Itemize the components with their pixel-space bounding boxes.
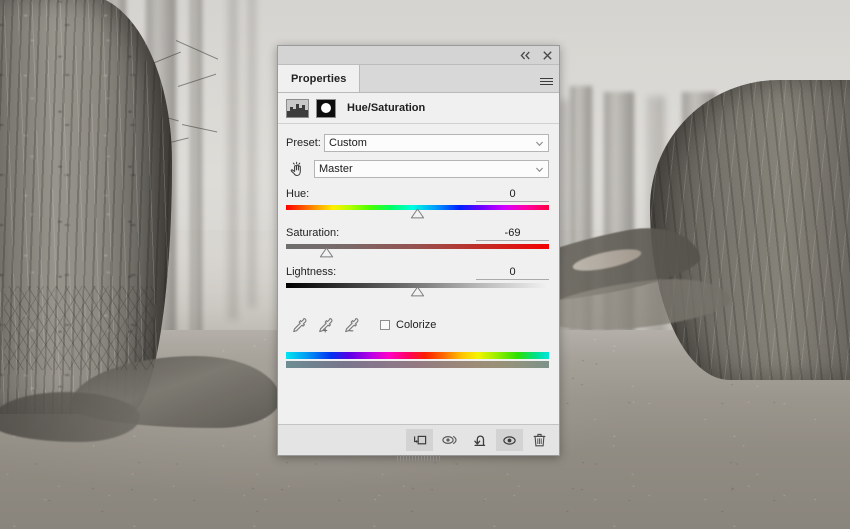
tab-properties-label: Properties xyxy=(291,72,347,85)
panel-menu-icon[interactable] xyxy=(533,65,559,92)
undergrowth-branches xyxy=(4,286,154,370)
channel-value: Master xyxy=(319,163,353,175)
tab-properties[interactable]: Properties xyxy=(278,65,361,92)
lightness-track-row[interactable] xyxy=(286,283,549,303)
saturation-value-field[interactable]: -69 xyxy=(476,227,549,241)
preset-select[interactable]: Custom xyxy=(324,134,549,152)
lightness-label: Lightness: xyxy=(286,266,337,278)
hue-track[interactable] xyxy=(286,205,549,219)
lightness-value-field[interactable]: 0 xyxy=(476,266,549,280)
delete-button[interactable] xyxy=(526,429,553,451)
left-tree-root xyxy=(0,392,140,442)
tab-strip-filler xyxy=(360,65,533,92)
hue-label: Hue: xyxy=(286,188,310,200)
chevron-down-icon xyxy=(535,141,544,146)
panel-titlebar[interactable] xyxy=(278,46,559,65)
result-hue-bar[interactable] xyxy=(286,361,549,368)
distant-tree xyxy=(248,0,255,308)
preset-label: Preset: xyxy=(286,137,321,149)
hue-value: 0 xyxy=(509,188,516,200)
hue-slider-thumb[interactable] xyxy=(410,208,425,219)
clip-to-layer-button[interactable] xyxy=(406,429,433,451)
toggle-visibility-button[interactable] xyxy=(496,429,523,451)
saturation-track-row[interactable] xyxy=(286,244,549,264)
channel-row: Master xyxy=(286,159,549,179)
lightness-value: 0 xyxy=(509,266,516,278)
colorize-label: Colorize xyxy=(396,319,437,331)
close-icon[interactable] xyxy=(541,49,554,62)
saturation-track[interactable] xyxy=(286,244,549,258)
preset-value: Custom xyxy=(329,137,367,149)
eyedropper-icon[interactable] xyxy=(286,315,312,335)
adjustment-title: Hue/Saturation xyxy=(347,102,426,114)
adjustment-header: Hue/Saturation xyxy=(278,93,559,124)
on-image-adjustment-hand-icon[interactable] xyxy=(286,159,308,179)
reset-button[interactable] xyxy=(466,429,493,451)
preset-row: Preset: Custom xyxy=(286,134,549,152)
saturation-slider-thumb[interactable] xyxy=(319,247,334,258)
panel-footer xyxy=(278,424,559,455)
hue-range-bars xyxy=(286,352,549,368)
panel-tab-strip[interactable]: Properties xyxy=(278,65,559,93)
resize-grip-icon[interactable] xyxy=(396,455,441,461)
lightness-slider-group: Lightness: 0 xyxy=(286,266,549,303)
hue-value-field[interactable]: 0 xyxy=(476,188,549,202)
source-hue-bar[interactable] xyxy=(286,352,549,359)
eyedropper-row: Colorize xyxy=(286,315,549,335)
lightness-track[interactable] xyxy=(286,283,549,297)
lightness-slider-thumb[interactable] xyxy=(410,286,425,297)
eyedropper-subtract-icon[interactable] xyxy=(338,315,364,335)
saturation-slider-group: Saturation: -69 xyxy=(286,227,549,264)
saturation-value: -69 xyxy=(504,227,521,239)
panel-body: Preset: Custom Master Hue: 0 Saturation:… xyxy=(278,124,559,424)
collapse-panel-icon[interactable] xyxy=(519,49,532,62)
view-previous-state-button[interactable] xyxy=(436,429,463,451)
eyedropper-add-icon[interactable] xyxy=(312,315,338,335)
hue-track-row[interactable] xyxy=(286,205,549,225)
hue-saturation-adjustment-icon[interactable] xyxy=(286,98,309,118)
channel-select[interactable]: Master xyxy=(314,160,549,178)
colorize-checkbox-row[interactable]: Colorize xyxy=(380,319,436,331)
chevron-down-icon xyxy=(535,167,544,172)
distant-tree xyxy=(228,0,237,320)
colorize-checkbox[interactable] xyxy=(380,320,390,330)
properties-panel[interactable]: Properties Hue/Saturation Preset: Custom xyxy=(277,45,560,461)
hue-slider-group: Hue: 0 xyxy=(286,188,549,225)
distant-tree xyxy=(190,0,202,350)
layer-mask-thumbnail[interactable] xyxy=(316,98,336,118)
right-tree-bark-texture xyxy=(650,80,850,380)
saturation-label: Saturation: xyxy=(286,227,340,239)
